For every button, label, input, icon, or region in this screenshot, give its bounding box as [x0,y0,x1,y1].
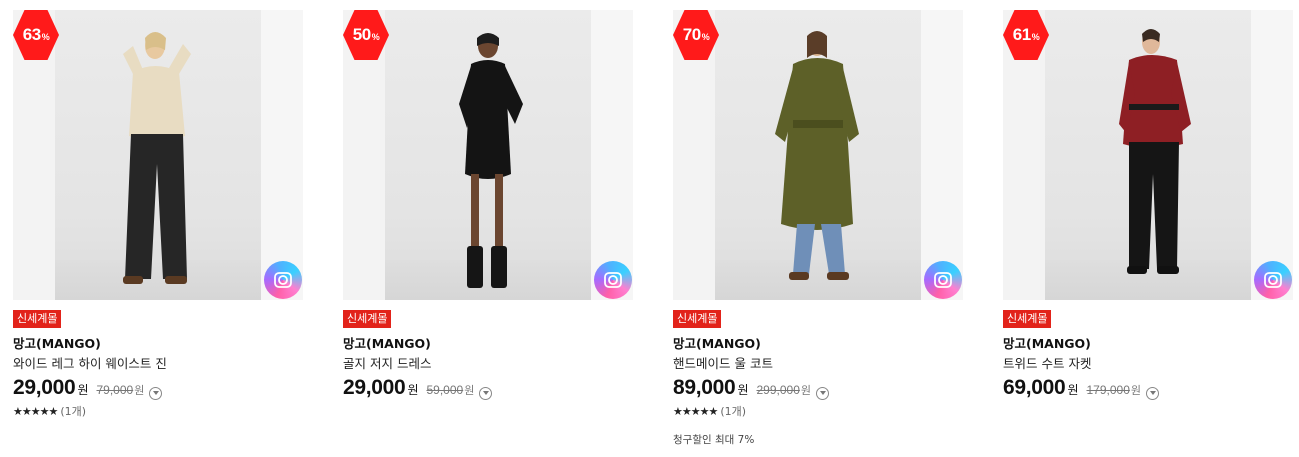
product-card[interactable]: 70% 신세계몰 망고(MANGO) 핸드메이드 울 코트 89,000 원 2… [673,10,963,446]
price-row: 89,000 원 299,000 원 [673,376,829,400]
card-discount-note: 청구할인 최대 7% [673,434,755,446]
discount-badge: 61% [1003,10,1049,60]
store-tag: 신세계몰 [1003,310,1052,328]
discount-value: 70 [682,25,701,44]
original-price: 179,000 [1086,383,1130,397]
original-unit: 원 [134,384,145,397]
original-unit: 원 [464,384,475,397]
sale-price: 29,000 [13,376,76,399]
product-image[interactable]: 50% [343,10,633,300]
discount-value: 63 [22,25,41,44]
camera-lens-icon[interactable] [264,261,302,299]
store-tag: 신세계몰 [673,310,722,328]
model-photo [1119,29,1191,274]
store-tag: 신세계몰 [13,310,62,328]
price-unit: 원 [1067,383,1079,397]
product-name[interactable]: 핸드메이드 울 코트 [673,353,773,372]
brand-name[interactable]: 망고(MANGO) [673,333,761,352]
star-icon: ★★★★★ [673,404,718,418]
review-count[interactable]: (1개) [60,403,86,419]
product-name[interactable]: 와이드 레그 하이 웨이스트 진 [13,353,167,372]
discount-unit: % [701,32,710,42]
model-photo [123,32,191,284]
sale-price: 69,000 [1003,376,1066,399]
price-unit: 원 [737,383,749,397]
discount-unit: % [371,32,380,42]
chevron-down-circle-icon[interactable] [816,386,829,400]
discount-badge: 63% [13,10,59,60]
camera-lens-icon[interactable] [924,261,962,299]
price-row: 29,000 원 79,000 원 [13,376,163,400]
original-unit: 원 [1130,384,1141,397]
camera-lens-icon[interactable] [1254,261,1292,299]
discount-unit: % [1031,32,1040,42]
rating: ★★★★★ (1개) [673,403,746,419]
product-grid: 63% 신세계몰 망고(MANGO) 와이드 레그 하이 웨이스트 진 29,0… [0,0,1299,457]
product-name[interactable]: 골지 저지 드레스 [343,353,431,372]
model-photo [775,31,859,280]
original-price: 59,000 [426,383,464,397]
price-unit: 원 [407,383,419,397]
price-row: 69,000 원 179,000 원 [1003,376,1159,400]
product-card[interactable]: 50% 신세계몰 망고(MANGO) 골지 저지 드레스 29,000 원 59… [343,10,633,400]
chevron-down-circle-icon[interactable] [479,386,493,400]
store-tag: 신세계몰 [343,310,392,328]
model-photo [459,33,523,288]
camera-lens-icon[interactable] [594,261,632,299]
discount-value: 61 [1012,25,1031,44]
discount-value: 50 [352,25,371,44]
discount-badge: 50% [343,10,389,60]
price-unit: 원 [77,383,89,397]
product-image[interactable]: 63% [13,10,303,300]
review-count[interactable]: (1개) [720,403,746,419]
sale-price: 89,000 [673,376,736,399]
brand-name[interactable]: 망고(MANGO) [13,333,101,352]
product-name[interactable]: 트위드 수트 자켓 [1003,353,1091,372]
original-unit: 원 [800,384,811,397]
rating: ★★★★★ (1개) [13,403,86,419]
discount-unit: % [41,32,50,42]
product-image[interactable]: 61% [1003,10,1293,300]
product-card[interactable]: 63% 신세계몰 망고(MANGO) 와이드 레그 하이 웨이스트 진 29,0… [13,10,303,418]
price-row: 29,000 원 59,000 원 [343,376,493,400]
chevron-down-circle-icon[interactable] [149,386,163,400]
product-card[interactable]: 61% 신세계몰 망고(MANGO) 트위드 수트 자켓 69,000 원 17… [1003,10,1293,400]
discount-badge: 70% [673,10,719,60]
product-image[interactable]: 70% [673,10,963,300]
sale-price: 29,000 [343,376,406,399]
original-price: 299,000 [756,383,800,397]
chevron-down-circle-icon[interactable] [1146,386,1159,400]
brand-name[interactable]: 망고(MANGO) [1003,333,1091,352]
star-icon: ★★★★★ [13,404,58,418]
original-price: 79,000 [96,383,134,397]
brand-name[interactable]: 망고(MANGO) [343,333,431,352]
